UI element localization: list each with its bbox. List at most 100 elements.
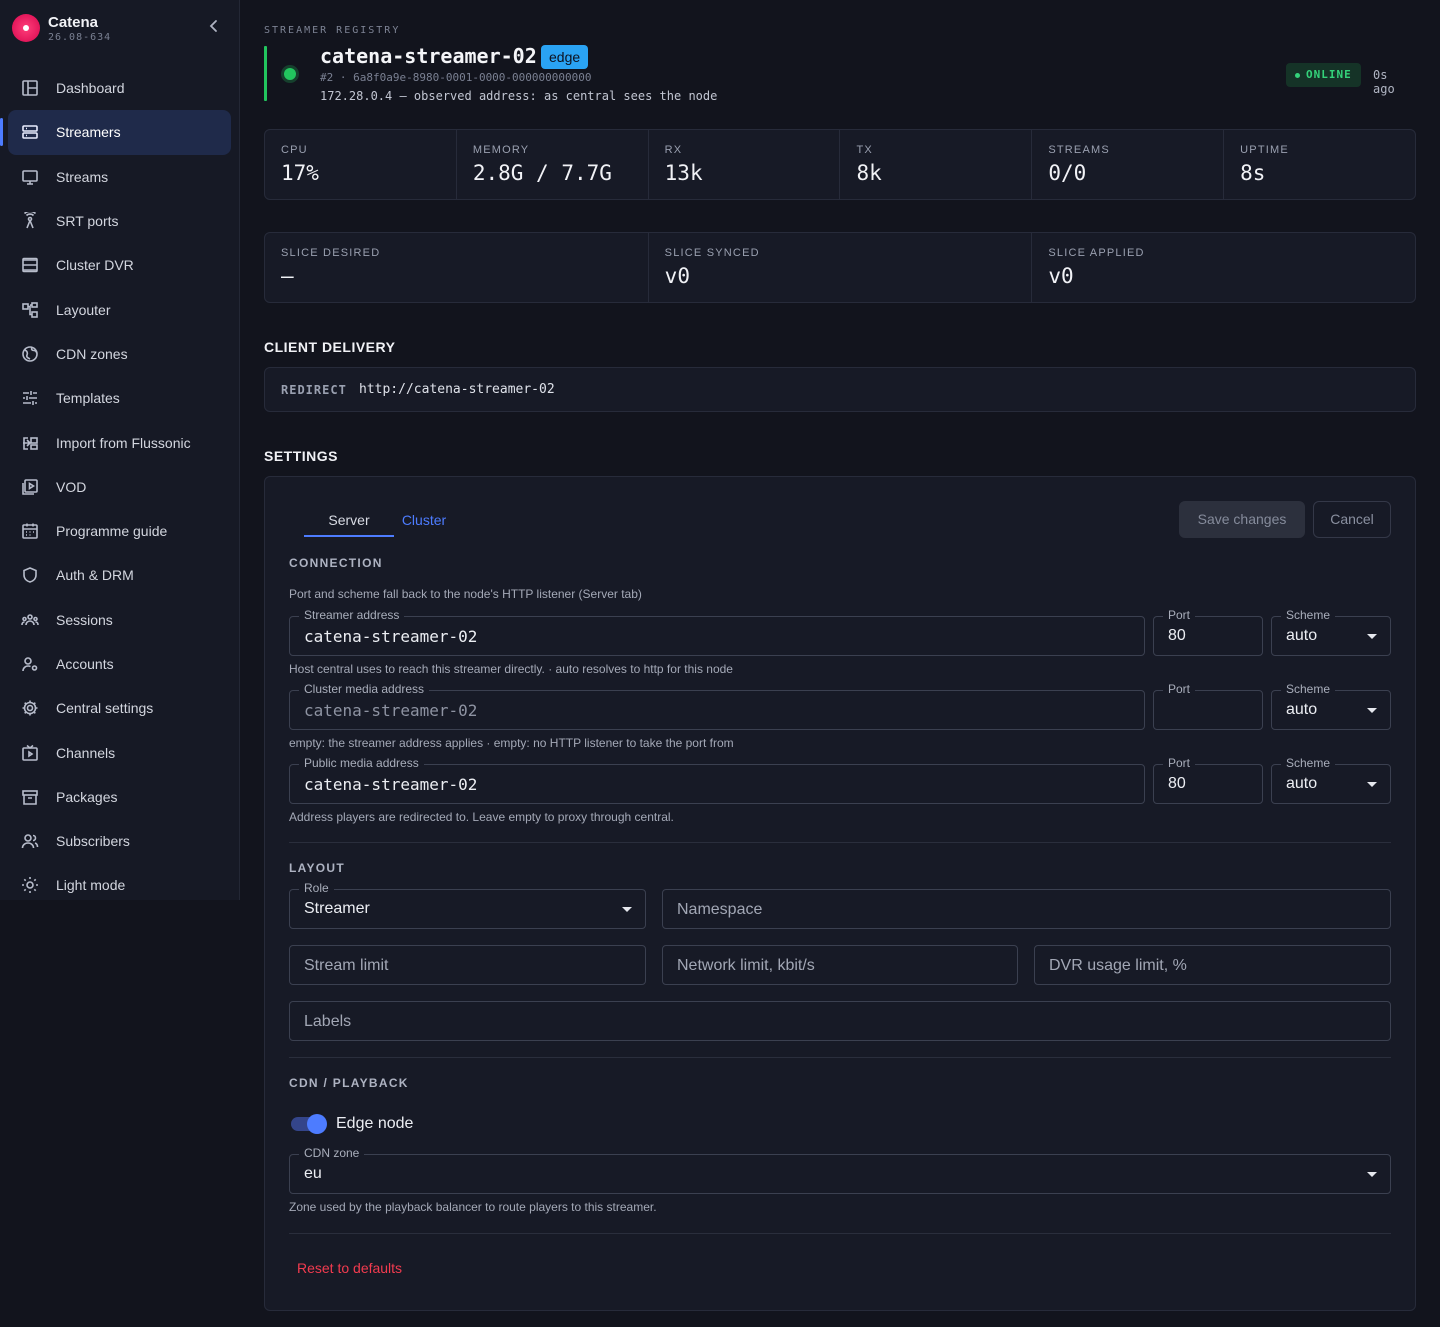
storage-icon [20,255,40,275]
delivery-url[interactable]: http://catena-streamer-02 [359,382,555,397]
stat-label: UPTIME [1240,144,1289,156]
caret-down-icon [1367,1172,1377,1177]
field-placeholder: DVR usage limit, % [1049,957,1187,974]
sidebar-item-templates[interactable]: Templates [8,376,231,420]
streamer-address-field[interactable]: Streamer address catena-streamer-02 [289,608,1145,656]
field-value: eu [304,1165,322,1182]
stat-slice-desired: SLICE DESIRED — [265,233,649,302]
sidebar-item-auth-drm[interactable]: Auth & DRM [8,553,231,597]
monitor-icon [20,167,40,187]
sidebar-item-cluster-dvr[interactable]: Cluster DVR [8,243,231,287]
field-label: Role [299,881,334,895]
sidebar-item-vod[interactable]: VOD [8,465,231,509]
field-value: 80 [1168,775,1186,792]
sidebar: Catena 26.08-634 Dashboard Streamers Str… [0,0,240,900]
field-placeholder: Labels [304,1013,352,1030]
sidebar-item-srt-ports[interactable]: SRT ports [8,199,231,243]
page-title: catena-streamer-02 [320,44,537,68]
public-scheme-select[interactable]: Scheme auto [1271,756,1391,804]
public-address-hint: Address players are redirected to. Leave… [289,810,674,824]
field-label: CDN zone [299,1146,365,1160]
gear-icon [20,698,40,718]
cdn-zone-select[interactable]: CDN zone eu [289,1146,1391,1194]
edge-node-toggle[interactable] [289,1114,327,1134]
field-placeholder: catena-streamer-02 [304,701,478,720]
field-value: auto [1286,775,1318,792]
cluster-media-address-field[interactable]: Cluster media address catena-streamer-02 [289,682,1145,730]
stat-memory: MEMORY 2.8G / 7.7G [457,130,649,199]
stat-value: 13k [664,161,703,185]
stat-uptime: UPTIME 8s [1224,130,1415,199]
section-divider [289,1057,1391,1058]
sidebar-item-packages[interactable]: Packages [8,775,231,819]
streamer-address-hint: Host central uses to reach this streamer… [289,662,733,676]
sidebar-item-channels[interactable]: Channels [8,730,231,774]
sidebar-item-label: Central settings [56,700,154,717]
sidebar-item-label: Subscribers [56,833,130,850]
stat-value: 8k [856,161,882,185]
streamer-scheme-select[interactable]: Scheme auto [1271,608,1391,656]
sidebar-item-streamers[interactable]: Streamers [0,110,231,155]
sidebar-item-subscribers[interactable]: Subscribers [8,819,231,863]
metrics-row: CPU 17% MEMORY 2.8G / 7.7G RX 13k TX 8k … [264,129,1416,200]
cancel-button[interactable]: Cancel [1313,501,1391,538]
brand[interactable]: Catena 26.08-634 [10,12,230,46]
public-port-field[interactable]: Port 80 [1153,756,1263,804]
sidebar-item-layouter[interactable]: Layouter [8,287,231,331]
sidebar-item-label: Templates [56,390,120,407]
sidebar-item-cdn-zones[interactable]: CDN zones [8,332,231,376]
sidebar-item-label: CDN zones [56,345,128,362]
slice-row: SLICE DESIRED — SLICE SYNCED v0 SLICE AP… [264,232,1416,303]
sidebar-item-streams[interactable]: Streams [8,155,231,199]
globe-icon [20,344,40,364]
field-value: 80 [1168,627,1186,644]
labels-input[interactable]: Labels [289,1001,1391,1041]
sidebar-item-central-settings[interactable]: Central settings [8,686,231,730]
tab-server[interactable]: Server [304,501,394,537]
field-label: Scheme [1281,756,1336,770]
stat-label: CPU [281,144,308,156]
sidebar-item-programme-guide[interactable]: Programme guide [8,509,231,553]
role-select[interactable]: Role Streamer [289,881,646,929]
stat-tx: TX 8k [840,130,1033,199]
sidebar-item-label: Streams [56,168,109,185]
shield-icon [20,565,40,585]
sidebar-item-import-from-flussonic[interactable]: Import from Flussonic [8,420,231,464]
network-limit-input[interactable]: Network limit, kbit/s [662,945,1018,985]
dvr-usage-limit-input[interactable]: DVR usage limit, % [1034,945,1391,985]
cluster-scheme-select[interactable]: Scheme auto [1271,682,1391,730]
namespace-input[interactable]: Namespace [662,889,1391,929]
toggle-knob [307,1114,327,1134]
sidebar-item-label: Packages [56,788,118,805]
stream-limit-input[interactable]: Stream limit [289,945,646,985]
section-divider [289,1233,1391,1234]
sidebar-item-accounts[interactable]: Accounts [8,642,231,686]
brand-name: Catena [48,14,99,31]
cluster-port-field[interactable]: Port [1153,682,1263,730]
caret-down-icon [1367,782,1377,787]
sidebar-item-light-mode[interactable]: Light mode [8,863,231,907]
stat-label: RX [664,144,683,156]
settings-heading: SETTINGS [264,448,339,464]
sidebar-item-label: Channels [56,744,116,761]
sidebar-item-sessions[interactable]: Sessions [8,598,231,642]
public-media-address-field[interactable]: Public media address catena-streamer-02 [289,756,1145,804]
user-gear-icon [20,654,40,674]
stat-label: SLICE APPLIED [1048,247,1145,259]
sliders-icon [20,388,40,408]
stat-value: 8s [1240,161,1266,185]
stat-value: 0/0 [1048,161,1087,185]
field-value: catena-streamer-02 [304,627,478,646]
layout-heading: LAYOUT [289,861,346,875]
tab-cluster[interactable]: Cluster [394,501,454,537]
chevron-left-icon[interactable] [206,18,222,34]
save-button[interactable]: Save changes [1179,501,1305,538]
streamer-port-field[interactable]: Port 80 [1153,608,1263,656]
sidebar-item-dashboard[interactable]: Dashboard [8,66,231,110]
stat-label: SLICE SYNCED [664,247,760,259]
sidebar-item-label: Auth & DRM [56,567,134,584]
section-divider [289,842,1391,843]
field-label: Scheme [1281,608,1336,622]
reset-to-defaults-button[interactable]: Reset to defaults [297,1260,402,1276]
sidebar-item-label: SRT ports [56,213,119,230]
